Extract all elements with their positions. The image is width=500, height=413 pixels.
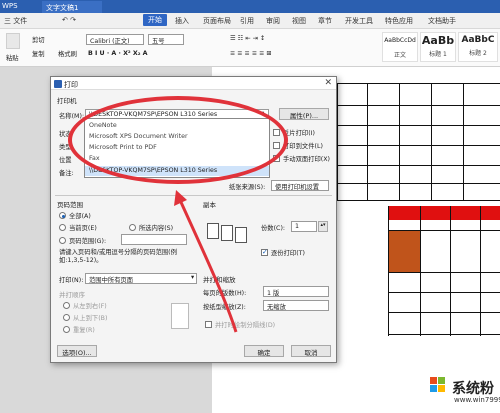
bold-icon[interactable]: B I U · A · X² X₂ A	[88, 50, 148, 57]
collate-order-group-label: 并打顺序	[59, 291, 85, 299]
copies-input[interactable]: 1	[291, 221, 317, 232]
copies-label: 份数(C):	[261, 225, 286, 232]
pages-per-sheet-label: 每页的版数(H):	[203, 290, 247, 297]
font-size-select[interactable]: 五号	[148, 34, 184, 45]
paste-icon[interactable]	[6, 33, 20, 49]
range-hint-text: 请键入页码和/或用逗号分隔的页码范围(例如:1,3,5-12)。	[59, 249, 177, 264]
menu-view[interactable]: 视图	[292, 16, 306, 26]
cut-button[interactable]: 剪切	[32, 35, 45, 44]
reverse-print-label: 反片打印(I)	[283, 130, 315, 137]
dialog-title-bar: 打印 ✕	[51, 77, 336, 90]
manual-duplex-label: 手动双面打印(X)	[283, 156, 331, 163]
draw-borders-label: 并打时绘制分隔线(D)	[215, 322, 276, 329]
top-to-bottom-radio[interactable]	[63, 314, 70, 321]
print-what-label: 打印(N):	[59, 277, 84, 284]
watermark-text: 系统粉	[452, 381, 494, 397]
windows-logo-icon	[430, 377, 446, 393]
close-icon[interactable]: ✕	[324, 78, 332, 88]
divider	[55, 195, 332, 196]
selection-radio[interactable]	[129, 224, 136, 231]
repeat-label: 重复(R)	[73, 327, 95, 334]
scale-select[interactable]: 无缩放	[263, 300, 329, 311]
menu-developer[interactable]: 开发工具	[345, 16, 373, 26]
menu-insert[interactable]: 插入	[175, 16, 189, 26]
style-heading-2[interactable]: AaBbC 标题 2	[458, 32, 498, 62]
paste-label: 粘贴	[6, 55, 19, 62]
print-what-select[interactable]: 范围中所有页面	[85, 273, 197, 284]
all-pages-radio[interactable]	[59, 212, 66, 219]
app-name: WPS	[2, 2, 18, 10]
location-label: 位置	[59, 157, 72, 164]
page-range-group-label: 页码范围	[57, 201, 83, 209]
left-to-right-label: 从左到右(F)	[73, 303, 107, 310]
page-range-input[interactable]	[121, 234, 187, 245]
copies-group-label: 副本	[203, 201, 216, 209]
table-bottom	[388, 206, 500, 336]
style-sample: AaBbCcDd	[384, 37, 416, 44]
comment-label: 备注:	[59, 170, 74, 177]
all-pages-label: 全部(A)	[69, 213, 91, 220]
left-to-right-radio[interactable]	[63, 302, 70, 309]
style-name: 正文	[393, 52, 406, 59]
page-range-label: 页码范围(G):	[69, 238, 107, 245]
options-button[interactable]: 选项(O)...	[57, 345, 97, 357]
selection-label: 所选内容(S)	[139, 225, 174, 232]
menu-bar: 三 文件 ↶ ↷ 开始 插入 页面布局 引用 审阅 视图 章节 开发工具 特色应…	[0, 13, 500, 29]
paper-source-label: 纸张来源(S):	[229, 184, 266, 191]
table-header-row	[388, 206, 500, 220]
menu-review[interactable]: 审阅	[266, 16, 280, 26]
annotation-circle	[68, 96, 288, 184]
style-sample: AaBbC	[461, 35, 495, 45]
table-cell-orange	[388, 230, 420, 244]
scale-label: 按纸型缩放(Z):	[203, 304, 246, 311]
watermark-url: www.win7999.com	[454, 396, 500, 404]
ok-button[interactable]: 确定	[244, 345, 284, 357]
font-family-select[interactable]: Calibri (正文)	[86, 34, 144, 45]
zoom-group-label: 并打和缩放	[203, 276, 236, 284]
printer-group-label: 打印机	[57, 97, 77, 105]
menu-chapter[interactable]: 章节	[318, 16, 332, 26]
menu-assistant[interactable]: 文档助手	[428, 16, 456, 26]
chevron-down-icon[interactable]: ▾	[191, 274, 194, 281]
align-icons[interactable]: ≡ ≡ ≡ ≡ ≡ ⊞	[230, 50, 272, 57]
menu-features[interactable]: 特色应用	[385, 16, 413, 26]
document-tab[interactable]: 文字文稿1	[42, 1, 102, 13]
copies-stepper[interactable]: ▴▾	[318, 221, 328, 232]
dialog-title: 打印	[64, 81, 78, 89]
page-range-radio[interactable]	[59, 237, 66, 244]
properties-button[interactable]: 属性(P)...	[279, 108, 329, 120]
table-cell-orange	[388, 258, 420, 272]
menu-page-layout[interactable]: 页面布局	[203, 16, 231, 26]
draw-borders-checkbox[interactable]	[205, 321, 212, 328]
table-cell-orange	[388, 244, 420, 258]
print-to-file-label: 打印到文件(L)	[283, 143, 323, 150]
style-normal[interactable]: AaBbCcDd 正文	[382, 32, 418, 62]
menu-references[interactable]: 引用	[240, 16, 254, 26]
menu-undo-icon[interactable]: ↶ ↷	[62, 16, 76, 24]
cancel-button[interactable]: 取消	[291, 345, 331, 357]
collate-checkbox[interactable]	[261, 248, 268, 256]
pages-per-sheet-select[interactable]: 1 版	[263, 286, 329, 297]
style-sample: AaBb	[421, 34, 455, 47]
style-name: 标题 2	[469, 50, 487, 57]
paper-source-select[interactable]: 使用打印机设置	[271, 180, 329, 191]
top-to-bottom-label: 从上到下(B)	[73, 315, 108, 322]
printer-icon	[54, 80, 62, 88]
ribbon: 粘贴 剪切 复制 格式刷 Calibri (正文) 五号 B I U · A ·…	[0, 29, 500, 67]
style-heading-1[interactable]: AaBb 标题 1	[420, 32, 456, 62]
menu-home[interactable]: 开始	[143, 14, 167, 26]
repeat-radio[interactable]	[63, 326, 70, 333]
current-page-radio[interactable]	[59, 224, 66, 231]
current-page-label: 当前页(E)	[69, 225, 97, 232]
collate-label: 逐份打印(T)	[271, 250, 305, 257]
title-bar: WPS 文字文稿1	[0, 0, 500, 13]
format-painter-button[interactable]: 格式刷	[58, 49, 77, 58]
order-preview-icon	[171, 303, 189, 329]
menu-file[interactable]: 三 文件	[4, 16, 27, 26]
style-name: 标题 1	[429, 51, 447, 58]
copy-button[interactable]: 复制	[32, 49, 45, 58]
list-icons[interactable]: ☰ ☷ ⇤ ⇥ ↕	[230, 35, 265, 42]
copies-preview-icon	[207, 217, 247, 255]
